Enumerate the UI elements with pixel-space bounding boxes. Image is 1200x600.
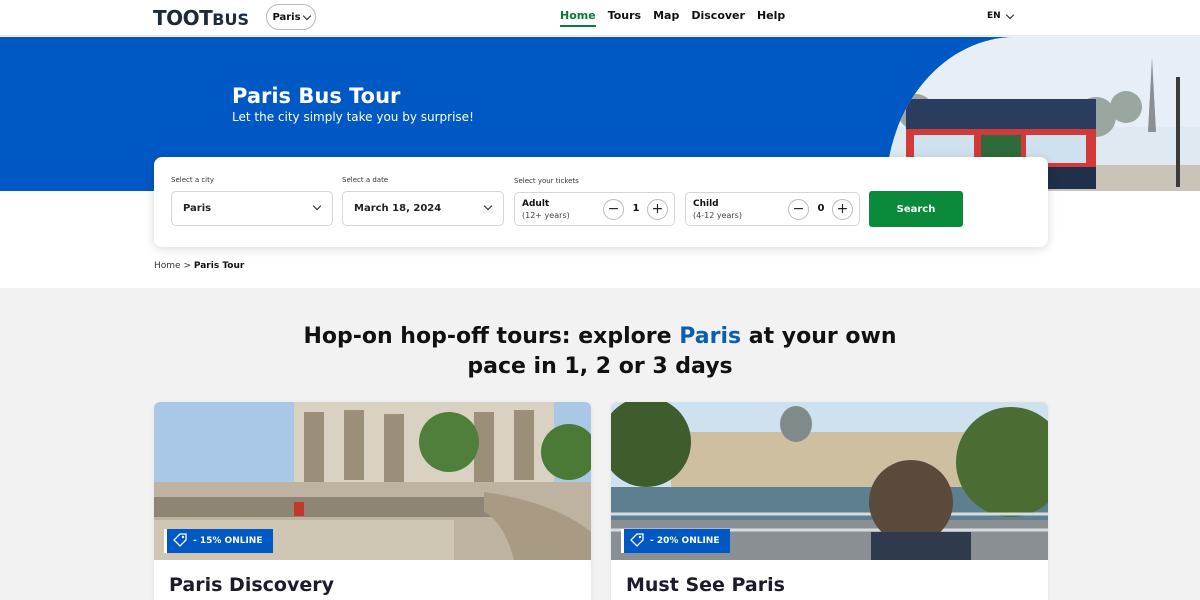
- date-select-value: March 18, 2024: [354, 203, 442, 214]
- logo-main-text: TOOT: [153, 6, 213, 30]
- chevron-down-icon: [302, 11, 311, 20]
- tag-icon: [173, 532, 187, 550]
- top-header: TOOTBUS Paris Home Tours Map Discover He…: [0, 0, 1200, 36]
- chevron-down-icon: [1005, 10, 1014, 19]
- booking-search-panel: Select a city Paris Select a date March …: [154, 157, 1048, 247]
- language-selector[interactable]: EN: [987, 10, 1014, 21]
- discount-badge: - 15% ONLINE: [164, 529, 273, 553]
- page-heading: Hop-on hop-off tours: explore Paris at y…: [300, 322, 900, 382]
- child-ticket-count: 0: [817, 203, 825, 214]
- tour-card-paris-discovery[interactable]: - 15% ONLINE Paris Discovery: [154, 402, 591, 600]
- city-selector-label: Paris: [272, 11, 301, 23]
- breadcrumb-home[interactable]: Home: [154, 261, 181, 271]
- adult-ticket-label: Adult: [522, 199, 550, 209]
- main-nav: Home Tours Map Discover Help: [560, 9, 785, 27]
- city-field-label: Select a city: [171, 176, 215, 184]
- discount-badge-text: - 20% ONLINE: [650, 536, 720, 546]
- nav-discover[interactable]: Discover: [691, 9, 745, 27]
- chevron-down-icon: [483, 201, 493, 211]
- breadcrumb-separator: >: [183, 261, 191, 271]
- nav-map[interactable]: Map: [653, 9, 679, 27]
- child-ticket-label: Child: [693, 199, 719, 209]
- city-selector-pill[interactable]: Paris: [266, 4, 316, 30]
- tour-card-title: Must See Paris: [626, 574, 785, 596]
- language-label: EN: [987, 11, 1001, 21]
- plus-icon[interactable]: +: [832, 199, 853, 220]
- chevron-down-icon: [312, 201, 322, 211]
- breadcrumb-current: Paris Tour: [193, 261, 245, 271]
- adult-ticket-stepper: Adult (12+ years) − 1 +: [514, 192, 675, 226]
- nav-home[interactable]: Home: [560, 9, 596, 27]
- search-button[interactable]: Search: [869, 191, 963, 227]
- city-select[interactable]: Paris: [171, 191, 333, 226]
- logo-sub-text: BUS: [212, 10, 250, 29]
- minus-icon[interactable]: −: [788, 199, 809, 220]
- tour-card-must-see-paris[interactable]: - 20% ONLINE Must See Paris: [611, 402, 1048, 600]
- discount-badge: - 20% ONLINE: [621, 529, 730, 553]
- minus-icon[interactable]: −: [603, 199, 624, 220]
- heading-city: Paris: [679, 324, 742, 349]
- date-field-label: Select a date: [342, 176, 389, 184]
- child-ticket-age: (4-12 years): [693, 211, 742, 220]
- tag-icon: [630, 532, 644, 550]
- heading-text-before: Hop-on hop-off tours: explore: [303, 324, 672, 349]
- child-ticket-stepper: Child (4-12 years) − 0 +: [685, 192, 860, 226]
- tour-card-title: Paris Discovery: [169, 574, 334, 596]
- adult-ticket-count: 1: [632, 203, 640, 214]
- adult-ticket-age: (12+ years): [522, 211, 570, 220]
- hero-subtitle: Let the city simply take you by surprise…: [232, 110, 474, 124]
- discount-badge-text: - 15% ONLINE: [193, 536, 263, 546]
- nav-tours[interactable]: Tours: [608, 9, 641, 27]
- plus-icon[interactable]: +: [647, 199, 668, 220]
- tickets-field-label: Select your tickets: [514, 177, 579, 185]
- date-select[interactable]: March 18, 2024: [342, 191, 504, 226]
- city-select-value: Paris: [183, 203, 212, 214]
- hero-title: Paris Bus Tour: [232, 84, 401, 108]
- breadcrumb: Home > Paris Tour: [154, 261, 244, 271]
- nav-help[interactable]: Help: [757, 9, 785, 27]
- tootbus-logo[interactable]: TOOTBUS: [153, 6, 249, 30]
